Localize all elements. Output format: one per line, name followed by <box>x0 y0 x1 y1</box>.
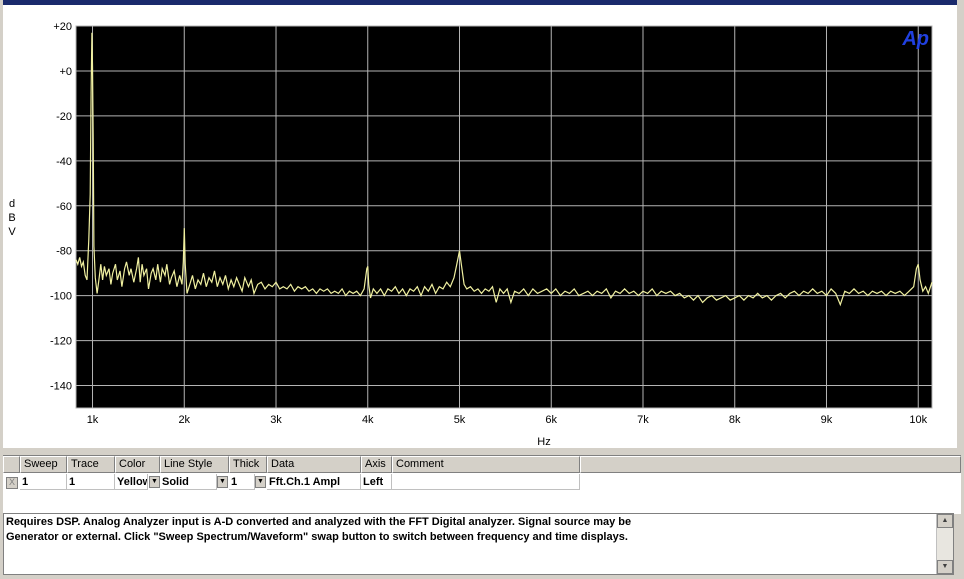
header-trace[interactable]: Trace <box>67 456 115 473</box>
scroll-down-icon[interactable]: ▼ <box>937 560 953 574</box>
x-tick-label: 6k <box>545 414 557 426</box>
y-axis-label-char: d <box>9 198 15 210</box>
y-tick-label: -100 <box>50 291 72 303</box>
comment-text: Requires DSP. Analog Analyzer input is A… <box>6 515 936 545</box>
ap-logo: Ap <box>901 28 929 50</box>
header-data[interactable]: Data <box>267 456 361 473</box>
y-tick-label: -120 <box>50 336 72 348</box>
x-tick-label: 5k <box>454 414 466 426</box>
trace-enable-checkbox[interactable]: X <box>6 477 18 489</box>
y-tick-label: -80 <box>56 246 72 258</box>
header-comment[interactable]: Comment <box>392 456 580 473</box>
comment-line-2: Generator or external. Click "Sweep Spec… <box>6 531 628 543</box>
x-tick-label: 4k <box>362 414 374 426</box>
x-tick-label: 8k <box>729 414 741 426</box>
header-line-style[interactable]: Line Style <box>160 456 229 473</box>
comment-textbox[interactable]: Requires DSP. Analog Analyzer input is A… <box>3 513 954 575</box>
x-axis-label: Hz <box>537 436 550 448</box>
x-tick-label: 2k <box>178 414 190 426</box>
cell-sweep[interactable]: 1 <box>20 474 67 490</box>
thick-dropdown-icon[interactable]: ▼ <box>255 476 266 488</box>
x-tick-label: 10k <box>909 414 927 426</box>
cell-trace[interactable]: 1 <box>67 474 115 490</box>
header-color[interactable]: Color <box>115 456 160 473</box>
header-spacer <box>580 456 961 473</box>
y-tick-label: -60 <box>56 201 72 213</box>
y-axis-label-char: B <box>8 212 15 224</box>
cell-axis[interactable]: Left <box>361 474 392 490</box>
cell-data[interactable]: Fft.Ch.1 Ampl <box>267 474 361 490</box>
cell-line-style[interactable]: Solid <box>160 474 217 490</box>
comment-line-1: Requires DSP. Analog Analyzer input is A… <box>6 516 632 528</box>
y-tick-label: +0 <box>59 66 72 78</box>
color-dropdown-icon[interactable]: ▼ <box>149 476 160 488</box>
comment-scrollbar[interactable]: ▲ ▼ <box>936 514 953 574</box>
line-style-dropdown-icon[interactable]: ▼ <box>217 476 228 488</box>
y-tick-label: +20 <box>53 21 72 33</box>
y-axis-label-char: V <box>8 226 16 238</box>
y-tick-label: -40 <box>56 156 72 168</box>
header-thick[interactable]: Thick <box>229 456 267 473</box>
header-axis[interactable]: Axis <box>361 456 392 473</box>
graph-panel: 1k 2k 3k 4k 5k 6k 7k 8k 9k 10k +20 +0 -20 -40 -60 -80 -1… <box>0 0 964 452</box>
x-tick-label: 9k <box>821 414 833 426</box>
cell-comment[interactable] <box>392 474 580 490</box>
x-tick-label: 3k <box>270 414 282 426</box>
scroll-up-icon[interactable]: ▲ <box>937 514 953 528</box>
cell-thick[interactable]: 1 <box>229 474 255 490</box>
cell-color[interactable]: Yellow <box>115 474 148 490</box>
spectrum-chart[interactable]: 1k 2k 3k 4k 5k 6k 7k 8k 9k 10k +20 +0 -20 -40 -60 -80 -1… <box>0 0 964 452</box>
y-tick-label: -20 <box>56 111 72 123</box>
trace-legend-table: Sweep Trace Color Line Style Thick Data … <box>3 455 961 514</box>
header-corner <box>3 456 20 473</box>
plot-area <box>76 26 932 408</box>
y-tick-label: -140 <box>50 381 72 393</box>
x-tick-label: 1k <box>87 414 99 426</box>
x-tick-label: 7k <box>637 414 649 426</box>
header-sweep[interactable]: Sweep <box>20 456 67 473</box>
